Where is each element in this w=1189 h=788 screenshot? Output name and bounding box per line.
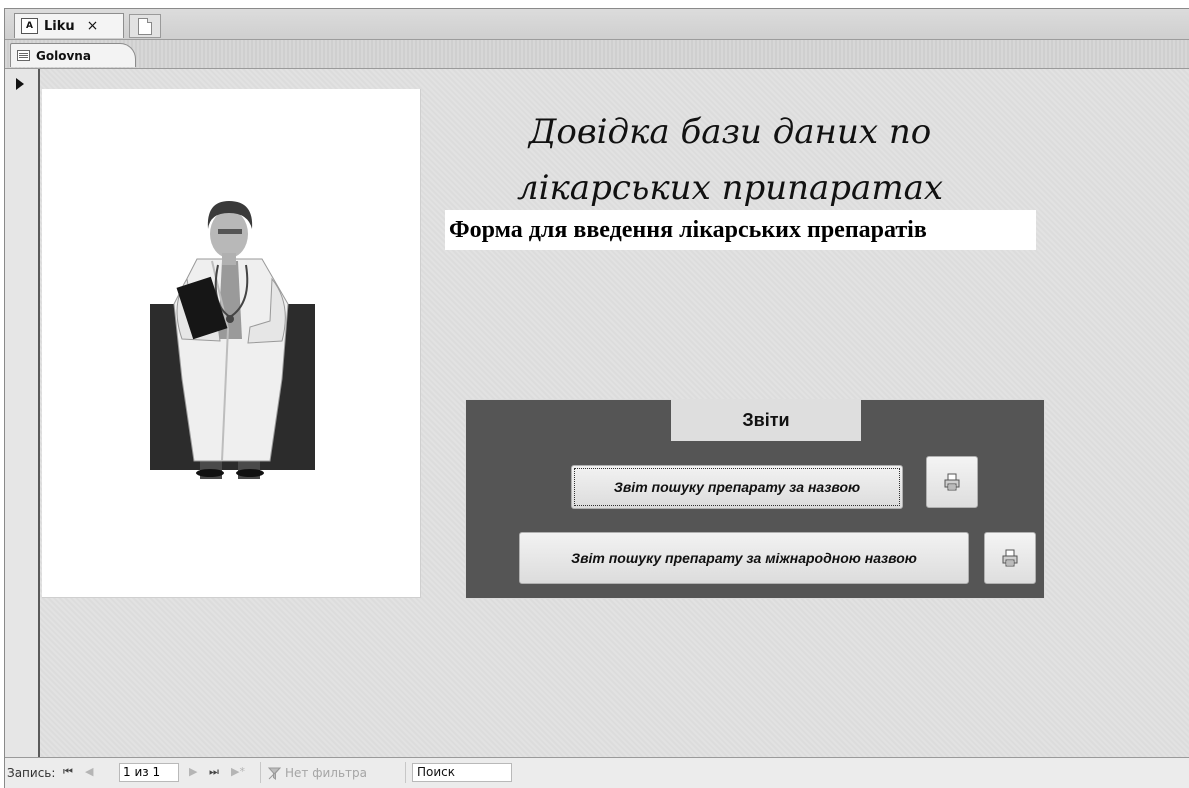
title-line-1: Довідка бази даних по (528, 112, 932, 152)
printer-icon (1002, 549, 1018, 567)
printer-icon (944, 473, 960, 491)
next-record-button[interactable]: ▶ (189, 765, 197, 778)
tab-golovna-label: Golovna (36, 48, 91, 63)
print-report-by-name-button[interactable] (926, 456, 978, 508)
separator (405, 762, 406, 783)
report-by-international-name-label: Звіт пошуку препарату за міжнародною наз… (571, 550, 917, 566)
filter-icon (268, 767, 281, 780)
form-subtitle: Форма для введення лікарських препаратів (445, 210, 1036, 250)
record-label: Запись: (7, 766, 56, 780)
page-icon (138, 17, 152, 35)
form-tab-strip: Golovna (5, 40, 1189, 69)
object-tab-bar: A Liku × (5, 9, 1189, 40)
title-line-2: лікарських припаратах (516, 168, 944, 208)
tab-liku-label: Liku (44, 18, 75, 34)
record-selector[interactable] (5, 69, 40, 758)
last-record-button[interactable]: ⏭ (209, 765, 219, 779)
previous-record-button[interactable]: ◀ (85, 765, 93, 778)
report-by-name-label: Звіт пошуку препарату за назвою (613, 479, 861, 495)
doctor-image (42, 89, 421, 598)
report-by-international-name-button[interactable]: Звіт пошуку препарату за міжнародною наз… (519, 532, 969, 584)
doctor-illustration (150, 201, 315, 479)
page-title: Довідка бази даних по лікарських припара… (460, 104, 1000, 216)
filter-status[interactable]: Нет фильтра (268, 766, 367, 780)
close-icon[interactable]: × (87, 18, 99, 34)
filter-label: Нет фильтра (285, 766, 367, 780)
tab-liku[interactable]: A Liku × (14, 13, 124, 38)
tab-golovna[interactable]: Golovna (10, 43, 136, 67)
new-record-button[interactable]: ▶* (231, 765, 245, 778)
record-navigation-bar: Запись: ⏮ ◀ 1 из 1 ▶ ⏭ ▶* Нет фильтра По… (5, 757, 1189, 788)
access-window: A Liku × Golovna Довідка бази даних по л… (4, 8, 1189, 788)
tab-blank-document[interactable] (129, 14, 161, 38)
separator (260, 762, 261, 783)
form-body: Довідка бази даних по лікарських припара… (40, 69, 1189, 758)
current-record-arrow-icon (16, 78, 24, 90)
form-document-icon: A (21, 18, 38, 34)
reports-header: Звіти (671, 399, 861, 441)
form-icon (17, 50, 30, 61)
report-by-name-button[interactable]: Звіт пошуку препарату за назвою (571, 465, 903, 509)
current-record-field[interactable]: 1 из 1 (119, 763, 179, 782)
first-record-button[interactable]: ⏮ (63, 765, 73, 779)
print-report-by-international-name-button[interactable] (984, 532, 1036, 584)
reports-panel: Звіти Звіт пошуку препарату за назвою Зв… (465, 399, 1045, 599)
search-input[interactable]: Поиск (412, 763, 512, 782)
